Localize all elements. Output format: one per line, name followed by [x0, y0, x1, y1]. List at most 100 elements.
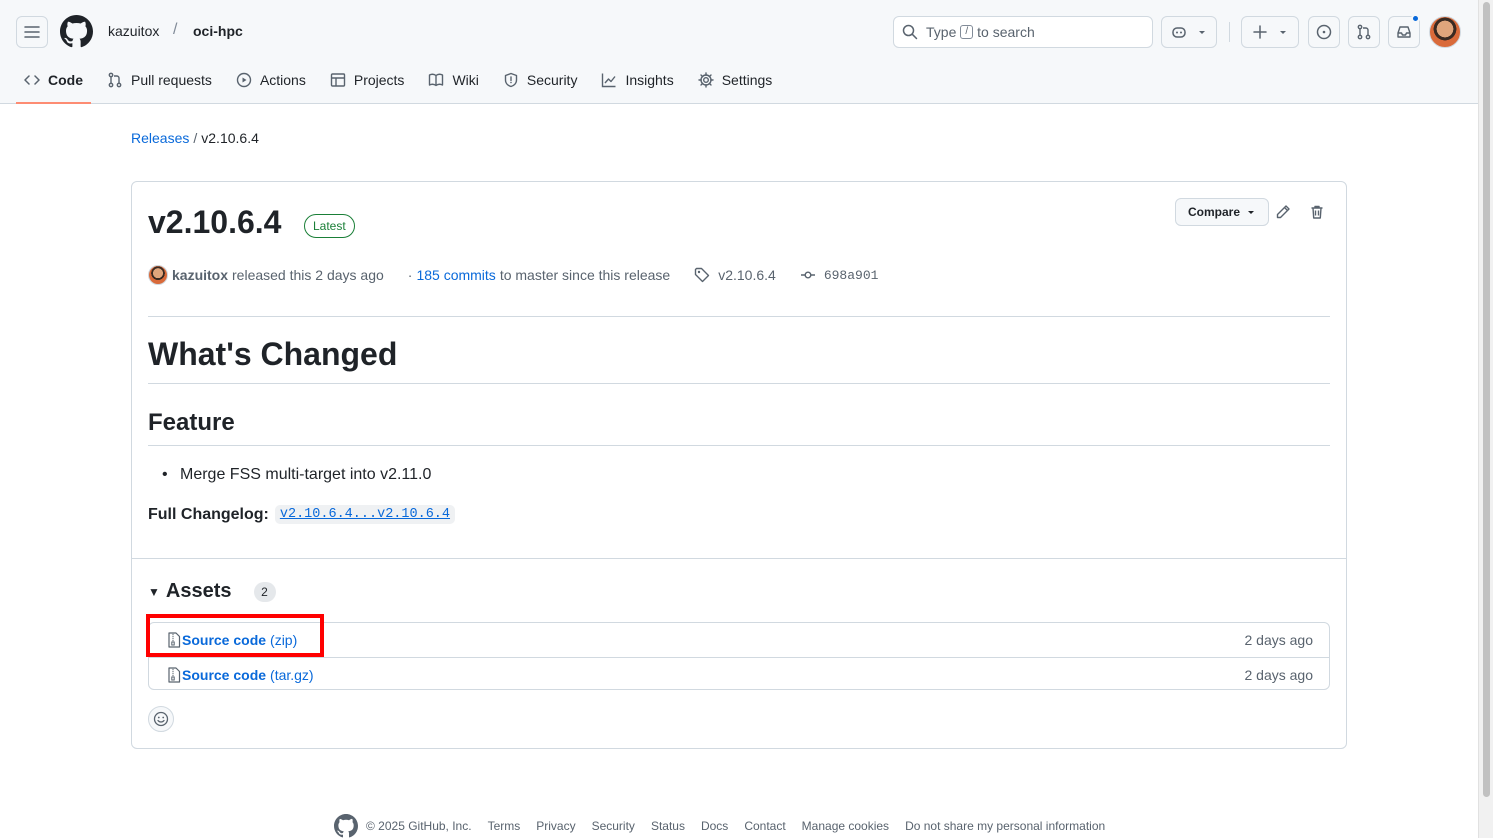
shield-icon: [504, 72, 518, 88]
git-pull-request-icon: [1357, 24, 1371, 40]
author-link[interactable]: kazuitox: [172, 267, 228, 283]
search-input[interactable]: Type / to search: [893, 16, 1153, 48]
tab-projects[interactable]: Projects: [322, 64, 413, 96]
assets-title: Assets: [165, 580, 232, 602]
file-zip-icon: [168, 632, 181, 648]
breadcrumb-current: v2.10.6.4: [201, 130, 259, 146]
compare-button[interactable]: Compare: [1175, 198, 1270, 226]
tab-label: Actions: [259, 72, 306, 88]
footer: © 2025 GitHub, Inc. Terms Privacy Securi…: [334, 814, 1121, 838]
header-divider: [1229, 22, 1230, 42]
divider: [148, 445, 1330, 446]
release-meta: kazuitox released this 2 days ago · 185 …: [148, 265, 878, 285]
footer-link-docs[interactable]: Docs: [701, 819, 728, 833]
triangle-down-icon: ▼: [148, 584, 160, 599]
chevron-down-icon: [1280, 31, 1286, 34]
full-changelog: Full Changelog: v2.10.6.4...v2.10.6.4: [148, 505, 456, 524]
release-title[interactable]: v2.10.6.4: [148, 204, 281, 241]
release-card: v2.10.6.4 Latest Compare kazuitox releas…: [131, 181, 1347, 749]
breadcrumb-separator: /: [193, 130, 198, 146]
list-item[interactable]: Source code (tar.gz) 2 days ago: [149, 657, 1329, 691]
user-avatar[interactable]: [1429, 16, 1461, 48]
assets-count: 2: [253, 581, 276, 602]
asset-ext[interactable]: (tar.gz): [270, 667, 314, 683]
gear-icon: [698, 72, 714, 88]
path-separator: /: [173, 21, 178, 38]
latest-badge: Latest: [304, 214, 355, 238]
tab-insights[interactable]: Insights: [593, 64, 681, 96]
menu-button[interactable]: [16, 16, 48, 48]
scrollbar[interactable]: [1478, 0, 1493, 838]
tab-label: Projects: [353, 72, 405, 88]
trash-icon: [1311, 205, 1323, 219]
commit-sha-link[interactable]: 698a901: [824, 268, 879, 283]
meta-dot: ·: [407, 267, 413, 283]
tab-label: Code: [48, 72, 83, 88]
github-logo-icon[interactable]: [334, 814, 358, 838]
assets-list: Source code (zip) 2 days ago Source code…: [148, 622, 1330, 690]
tab-security[interactable]: Security: [495, 64, 586, 96]
asset-name[interactable]: Source code: [182, 632, 266, 648]
repo-link[interactable]: oci-hpc: [193, 23, 243, 39]
inbox-icon: [1397, 26, 1411, 38]
tab-code[interactable]: Code: [16, 64, 91, 104]
pull-requests-button[interactable]: [1348, 16, 1380, 48]
tab-actions[interactable]: Actions: [228, 64, 314, 96]
compare-label: Compare: [1188, 205, 1241, 219]
add-reaction-button[interactable]: [148, 706, 174, 732]
tag-link[interactable]: v2.10.6.4: [718, 267, 776, 283]
copyright: © 2025 GitHub, Inc.: [366, 819, 472, 833]
footer-link-status[interactable]: Status: [651, 819, 685, 833]
global-header: kazuitox / oci-hpc Type / to search Code…: [0, 0, 1478, 104]
plus-icon: [1253, 25, 1267, 39]
search-icon: [902, 24, 918, 40]
tab-label: Security: [526, 72, 578, 88]
scrollbar-thumb[interactable]: [1483, 2, 1490, 797]
github-logo-icon[interactable]: [60, 15, 93, 48]
list-item: Merge FSS multi-target into v2.11.0: [162, 466, 431, 484]
copilot-button[interactable]: [1161, 16, 1217, 48]
footer-link-manage-cookies[interactable]: Manage cookies: [802, 819, 889, 833]
issue-opened-icon: [1316, 24, 1332, 40]
footer-link-do-not-share[interactable]: Do not share my personal information: [905, 819, 1105, 833]
footer-link-privacy[interactable]: Privacy: [536, 819, 575, 833]
footer-link-security[interactable]: Security: [592, 819, 635, 833]
footer-link-contact[interactable]: Contact: [744, 819, 785, 833]
book-icon: [429, 73, 444, 87]
asset-time: 2 days ago: [1244, 632, 1314, 648]
hamburger-icon: [24, 26, 40, 38]
tab-pull-requests[interactable]: Pull requests: [99, 64, 220, 96]
assets-toggle[interactable]: ▼ Assets 2: [148, 580, 276, 603]
asset-ext[interactable]: (zip): [270, 632, 297, 648]
git-commit-icon: [800, 271, 815, 279]
delete-release-button[interactable]: [1305, 200, 1329, 224]
commits-suffix: to master since this release: [499, 267, 671, 283]
repo-nav: Code Pull requests Actions Projects Wiki…: [16, 64, 788, 104]
notification-indicator: [1411, 14, 1420, 23]
edit-release-button[interactable]: [1271, 200, 1295, 224]
owner-link[interactable]: kazuitox: [108, 23, 159, 39]
list-item[interactable]: Source code (zip) 2 days ago: [149, 623, 1329, 657]
author-avatar[interactable]: [148, 265, 168, 285]
tab-wiki[interactable]: Wiki: [420, 64, 486, 96]
divider: [148, 383, 1330, 384]
commits-link[interactable]: 185 commits: [416, 267, 495, 283]
asset-time: 2 days ago: [1244, 666, 1314, 683]
asset-name[interactable]: Source code: [182, 667, 266, 683]
divider: [132, 558, 1346, 559]
releases-link[interactable]: Releases: [131, 130, 189, 146]
tab-label: Insights: [625, 72, 674, 88]
footer-link-terms[interactable]: Terms: [488, 819, 521, 833]
table-icon: [330, 73, 346, 87]
tab-settings[interactable]: Settings: [690, 64, 781, 96]
play-icon: [236, 72, 252, 88]
chevron-down-icon: [1248, 211, 1255, 214]
create-new-button[interactable]: [1241, 16, 1299, 48]
issues-button[interactable]: [1308, 16, 1340, 48]
code-icon: [24, 75, 40, 85]
changelog-link[interactable]: v2.10.6.4...v2.10.6.4: [274, 505, 456, 524]
file-zip-icon: [168, 666, 181, 683]
changelog-label: Full Changelog:: [148, 505, 269, 523]
search-shortcut-key: /: [960, 25, 974, 39]
tab-label: Pull requests: [131, 72, 212, 88]
